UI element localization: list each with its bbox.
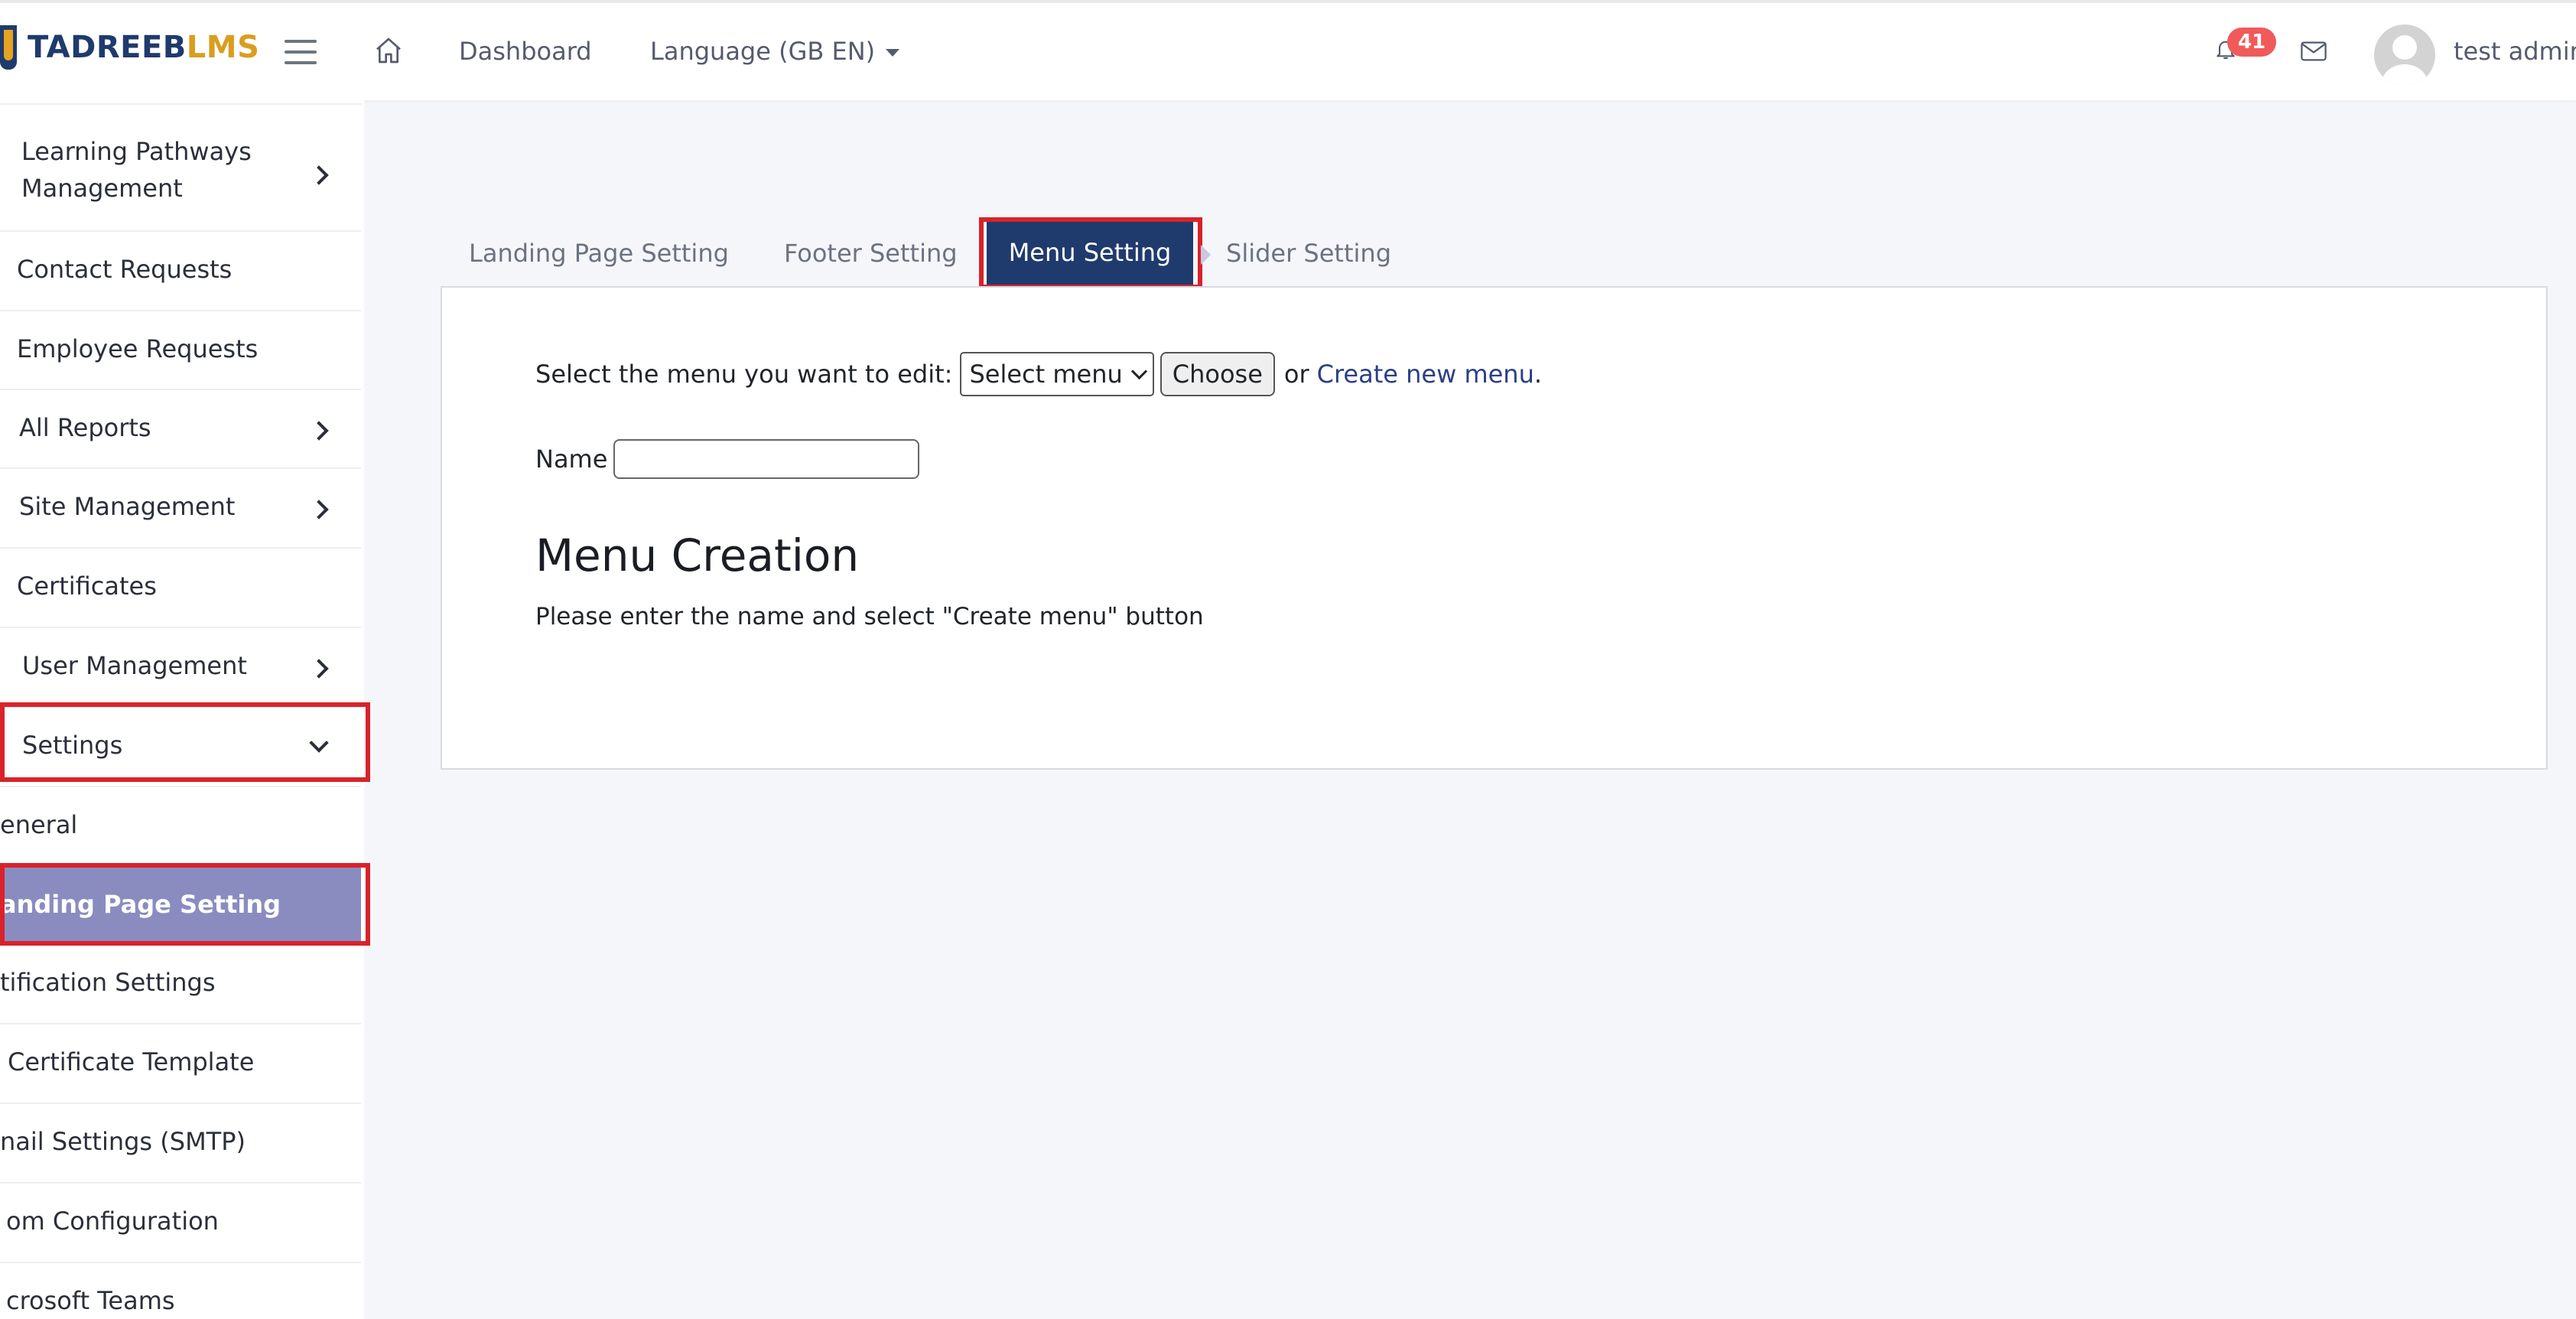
choose-button[interactable]: Choose [1160, 352, 1275, 396]
chevron-right-icon [309, 421, 329, 441]
chevron-down-icon [1130, 363, 1147, 379]
sidebar-item-label: Site Management [19, 492, 236, 521]
name-field[interactable] [613, 439, 920, 479]
period-text: . [1534, 360, 1543, 389]
sidebar-item-label: Learning Pathways [21, 137, 252, 166]
sidebar-item-settings[interactable]: Settings [0, 708, 361, 787]
sidebar-item-label: Employee Requests [17, 334, 259, 363]
chevron-right-icon [309, 165, 329, 185]
hamburger-menu-icon[interactable] [285, 40, 317, 64]
tab-arrow-icon [1201, 245, 1211, 265]
chevron-down-icon [309, 733, 329, 753]
instruction-text: Please enter the name and select "Create… [535, 603, 1204, 630]
nav-dashboard-link[interactable]: Dashboard [459, 37, 592, 66]
sidebar-item-label: Settings [22, 731, 123, 760]
tab-menu-setting[interactable]: Menu Setting [987, 220, 1193, 285]
sidebar-item-label: eneral [0, 810, 78, 839]
sidebar-item-label: Certificates [17, 572, 157, 601]
brand-logo[interactable]: TADREEB LMS [0, 24, 259, 70]
sidebar-item-all-reports[interactable]: All Reports [0, 390, 361, 469]
sidebar-item-label: nail Settings (SMTP) [0, 1127, 246, 1156]
tab-landing-page-setting[interactable]: Landing Page Setting [469, 239, 729, 268]
name-row: Name [535, 439, 920, 479]
select-menu-label: Select the menu you want to edit: [535, 360, 953, 389]
sidebar-item-label: tification Settings [0, 968, 216, 997]
avatar[interactable] [2374, 24, 2435, 86]
language-label: Language (GB EN) [650, 37, 876, 66]
menu-select-value: Select menu [969, 360, 1123, 389]
chevron-right-icon [309, 500, 329, 519]
sidebar-subitem-certificate-template[interactable]: Certificate Template [0, 1024, 361, 1104]
sidebar-subitem-general[interactable]: eneral [0, 787, 361, 867]
sidebar-item-label: crosoft Teams [6, 1286, 175, 1315]
page-title: Menu Creation [535, 529, 860, 581]
sidebar-item-label: User Management [22, 651, 247, 680]
sidebar-item-employee-requests[interactable]: Employee Requests [0, 311, 361, 390]
sidebar-item-site-management[interactable]: Site Management [0, 469, 361, 549]
sidebar-item-label: Certificate Template [8, 1047, 255, 1076]
menu-select[interactable]: Select menu [960, 352, 1154, 396]
sidebar-item-user-management[interactable]: User Management [0, 628, 361, 708]
or-text: or [1283, 360, 1309, 389]
chevron-right-icon [309, 659, 329, 679]
tab-slider-setting[interactable]: Slider Setting [1226, 239, 1391, 268]
sidebar-item-label: om Configuration [6, 1207, 219, 1236]
brand-name-suffix: LMS [186, 30, 260, 65]
sidebar-item-label: All Reports [19, 413, 151, 442]
sidebar-subitem-email-settings[interactable]: nail Settings (SMTP) [0, 1104, 361, 1184]
language-dropdown[interactable]: Language (GB EN) [650, 37, 900, 66]
top-navbar: TADREEB LMS Dashboard Language (GB EN) 41… [0, 0, 2576, 100]
sidebar: Learning Pathways Management Contact Req… [0, 100, 364, 1319]
sidebar-subitem-microsoft-teams[interactable]: crosoft Teams [0, 1263, 361, 1319]
home-icon[interactable] [373, 35, 404, 66]
create-new-menu-link[interactable]: Create new menu [1317, 360, 1534, 389]
mail-icon[interactable] [2301, 41, 2327, 61]
sidebar-item-label: Management [21, 174, 183, 203]
menu-setting-panel: Select the menu you want to edit: Select… [441, 286, 2548, 770]
notification-badge: 41 [2227, 28, 2277, 57]
sidebar-subitem-zoom-configuration[interactable]: om Configuration [0, 1184, 361, 1263]
user-name[interactable]: test admin [2454, 37, 2576, 66]
dropdown-caret-icon [886, 49, 900, 57]
sidebar-subitem-landing-page-setting[interactable]: anding Page Setting [0, 867, 361, 945]
menu-select-row: Select the menu you want to edit: Select… [535, 352, 1542, 396]
sidebar-item-label: anding Page Setting [0, 890, 281, 919]
sidebar-item-contact-requests[interactable]: Contact Requests [0, 232, 361, 311]
name-label: Name [535, 445, 608, 474]
brand-name-prefix: TADREEB [28, 30, 187, 65]
sidebar-item-label: Contact Requests [17, 255, 233, 284]
sidebar-item-certificates[interactable]: Certificates [0, 549, 361, 628]
sidebar-subitem-notification-settings[interactable]: tification Settings [0, 945, 361, 1024]
logo-shield-icon [0, 25, 17, 70]
sidebar-item-learning-pathways[interactable]: Learning Pathways Management [0, 105, 361, 232]
tab-footer-setting[interactable]: Footer Setting [784, 239, 958, 268]
